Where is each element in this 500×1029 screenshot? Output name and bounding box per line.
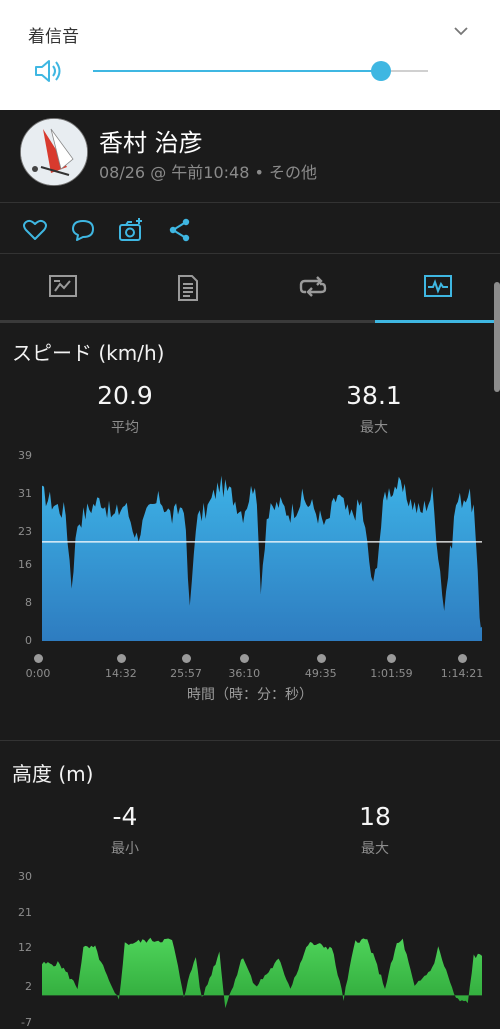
x-tick-label: 0:00: [25, 667, 51, 680]
volume-slider[interactable]: [93, 61, 428, 81]
elevation-max-value: 18: [359, 802, 391, 831]
speaker-icon[interactable]: [34, 58, 64, 84]
chevron-down-icon[interactable]: [452, 22, 470, 40]
add-photo-icon[interactable]: [118, 217, 144, 243]
speed-avg-label: 平均: [111, 420, 139, 436]
y-tick-label: 16: [18, 558, 32, 572]
tab-charts[interactable]: [375, 254, 500, 320]
overview-icon: [49, 275, 77, 297]
activity-header: 香村 治彦 08/26 @ 午前10:48 • その他: [0, 110, 500, 203]
elevation-title: 高度 (m): [12, 762, 94, 786]
tab-details[interactable]: [125, 254, 250, 320]
x-tick-label: 1:14:21: [440, 667, 484, 680]
x-tick-label: 36:10: [228, 667, 261, 680]
volume-title: 着信音: [28, 27, 79, 47]
volume-slider-fill: [93, 70, 382, 72]
x-tick-label: 25:57: [170, 667, 202, 680]
comment-icon[interactable]: [70, 217, 96, 243]
x-tick-dot: [34, 654, 43, 663]
y-tick-label: 12: [18, 941, 32, 955]
elevation-min-label: 最小: [111, 841, 139, 857]
x-tick-dot: [316, 654, 326, 663]
x-tick-label: 14:32: [105, 667, 137, 680]
tab-bar: [0, 254, 500, 323]
x-tick-label: 49:35: [304, 667, 337, 680]
details-icon: [178, 275, 198, 301]
elevChart-series-area: [42, 937, 482, 1009]
y-tick-label: 8: [25, 596, 32, 610]
elevation-max-label: 最大: [361, 841, 389, 857]
x-tick-dot: [181, 654, 191, 663]
y-tick-label: 23: [18, 524, 32, 538]
speed-avg-value: 20.9: [97, 381, 153, 410]
heart-icon[interactable]: [22, 217, 48, 243]
y-tick-label: 0: [25, 634, 32, 647]
charts-icon: [424, 275, 452, 297]
y-tick-label: 31: [18, 486, 32, 500]
y-tick-label: 21: [18, 905, 32, 919]
y-tick-label: 2: [25, 980, 32, 994]
y-tick-label: 39: [18, 449, 32, 462]
x-tick-dot: [116, 654, 126, 663]
elevChart-svg: [42, 937, 482, 1009]
active-tab-indicator: [375, 320, 500, 323]
speedChart-svg: [42, 475, 482, 641]
y-tick-label: 30: [18, 870, 32, 883]
x-tick-label: 1:01:59: [370, 667, 413, 680]
laps-icon: [299, 276, 327, 297]
user-name[interactable]: 香村 治彦: [99, 123, 203, 158]
section-divider: [0, 740, 500, 741]
tab-laps[interactable]: [250, 254, 375, 320]
speed-max-label: 最大: [360, 420, 388, 436]
y-tick-label: -7: [21, 1016, 32, 1029]
share-icon[interactable]: [167, 217, 193, 243]
speed-x-axis-title: 時間（時：分：秒）: [187, 687, 313, 703]
speed-max-value: 38.1: [346, 381, 402, 410]
volume-slider-thumb[interactable]: [371, 61, 392, 81]
activity-meta: 08/26 @ 午前10:48 • その他: [99, 163, 318, 182]
action-bar: [0, 203, 500, 254]
elevation-min-value: -4: [112, 802, 138, 831]
speedChart-series-area: [42, 475, 482, 641]
elevation-chart: -7 2 12 21 30: [0, 869, 500, 1029]
volume-panel: 着信音: [0, 0, 500, 110]
tab-overview[interactable]: [0, 254, 125, 320]
scrollbar[interactable]: [494, 282, 500, 392]
speed-title: スピード (km/h): [12, 341, 165, 365]
speed-chart: 0 8 16 23 31 39 0:00 14:32 25:57 36:10 49:35 1:01:5…: [0, 448, 500, 686]
avatar[interactable]: [20, 118, 88, 186]
x-tick-dot: [458, 654, 467, 663]
